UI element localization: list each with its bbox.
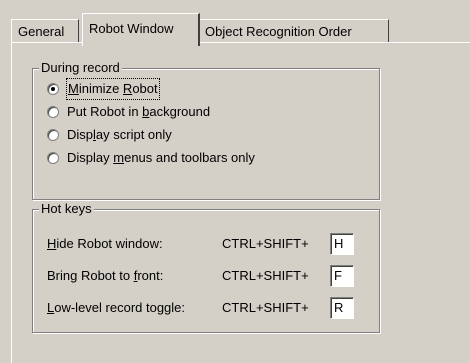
hotkey-prefix: CTRL+SHIFT+ (222, 300, 309, 315)
radio-label: Display script only (67, 127, 172, 142)
radio-label: Put Robot in background (67, 104, 211, 119)
tab-general[interactable]: General (11, 19, 79, 42)
hotkey-input-hide-robot-window[interactable]: H (330, 233, 354, 255)
radio-button[interactable] (47, 152, 59, 164)
hotkey-prefix: CTRL+SHIFT+ (222, 236, 309, 251)
tab-object-recognition-order[interactable]: Object Recognition Order (198, 19, 389, 42)
radio-button[interactable] (47, 106, 59, 118)
hotkey-row-low-level-record-toggle: Low-level record toggle: CTRL+SHIFT+ R (47, 297, 377, 319)
hotkey-prefix: CTRL+SHIFT+ (222, 268, 309, 283)
hot-keys-legend: Hot keys (39, 201, 94, 217)
hotkey-label: Hide Robot window: (47, 236, 163, 251)
tab-robot-window[interactable]: Robot Window (82, 13, 200, 46)
hotkey-row-hide-robot-window: Hide Robot window: CTRL+SHIFT+ H (47, 233, 377, 255)
hotkey-input-low-level-record-toggle[interactable]: R (330, 297, 354, 319)
tab-strip: General Robot Window Object Recognition … (11, 10, 466, 46)
radio-label: Minimize Robot (66, 78, 160, 100)
radio-label: Display menus and toolbars only (67, 150, 255, 165)
radio-button[interactable] (47, 129, 59, 141)
hotkey-input-bring-robot-to-front[interactable]: F (330, 265, 354, 287)
hot-keys-group: Hot keys Hide Robot window: CTRL+SHIFT+ … (32, 201, 380, 333)
hotkey-label: Bring Robot to front: (47, 268, 164, 283)
hotkey-label: Low-level record toggle: (47, 300, 186, 315)
radio-button[interactable] (47, 83, 59, 95)
hotkey-row-bring-robot-to-front: Bring Robot to front: CTRL+SHIFT+ F (47, 265, 377, 287)
during-record-group: During record Minimize Robot Put Robot i… (32, 60, 380, 200)
during-record-legend: During record (39, 60, 122, 76)
tab-page-robot-window: During record Minimize Robot Put Robot i… (11, 42, 470, 363)
